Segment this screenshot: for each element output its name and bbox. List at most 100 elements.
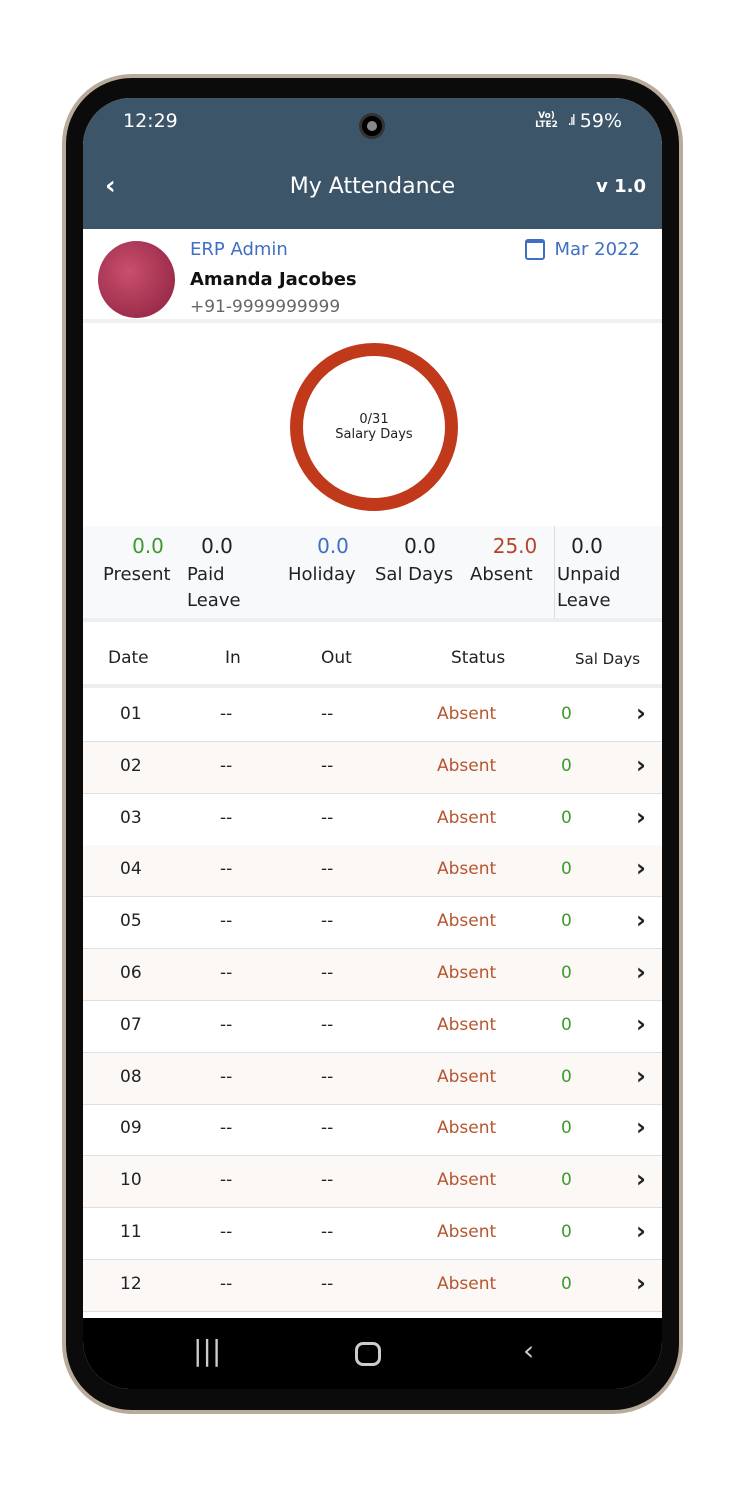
row-out: -- — [321, 1066, 334, 1087]
recents-icon[interactable]: ||| — [193, 1334, 221, 1367]
row-status: Absent — [437, 911, 497, 932]
row-in: -- — [220, 911, 233, 932]
chevron-right-icon[interactable]: › — [636, 1010, 646, 1038]
user-name: Amanda Jacobes — [190, 269, 357, 290]
table-row[interactable]: 09 -- -- Absent 0 › — [83, 1104, 662, 1157]
chevron-right-icon[interactable]: › — [636, 1217, 646, 1245]
table-row[interactable]: 04 -- -- Absent 0 › — [83, 845, 662, 898]
chevron-right-icon[interactable]: › — [636, 1269, 646, 1297]
row-date: 03 — [120, 807, 142, 828]
row-date: 07 — [120, 1014, 142, 1035]
row-sal-days: 0 — [561, 911, 572, 932]
col-sal-days: Sal Days — [575, 650, 641, 668]
stat-paid-leave: 0.0 Paid Leave — [187, 534, 247, 614]
row-sal-days: 0 — [561, 1273, 572, 1294]
stat-holiday: 0.0 Holiday — [288, 534, 378, 588]
stat-label: Paid Leave — [187, 564, 241, 611]
back-nav-icon[interactable]: ‹ — [523, 1334, 534, 1367]
back-button[interactable]: ‹ — [105, 171, 116, 201]
table-row[interactable]: 03 -- -- Absent 0 › — [83, 794, 662, 846]
row-status: Absent — [437, 1273, 497, 1294]
row-in: -- — [220, 1014, 233, 1035]
row-out: -- — [321, 1118, 334, 1139]
signal-label: Vo) LTE2 — [535, 111, 558, 130]
table-row[interactable]: 08 -- -- Absent 0 › — [83, 1052, 662, 1105]
salary-days-value: 0/31 — [359, 412, 389, 427]
row-status: Absent — [437, 1118, 497, 1139]
row-status: Absent — [437, 755, 497, 776]
table-row[interactable]: 07 -- -- Absent 0 › — [83, 1001, 662, 1053]
table-row[interactable]: 11 -- -- Absent 0 › — [83, 1208, 662, 1260]
row-status: Absent — [437, 859, 497, 880]
stat-value: 0.0 — [404, 534, 436, 558]
table-row[interactable]: 01 -- -- Absent 0 › — [83, 690, 662, 742]
table-row[interactable]: 05 -- -- Absent 0 › — [83, 897, 662, 950]
table-row[interactable]: 02 -- -- Absent 0 › — [83, 741, 662, 794]
home-icon[interactable] — [355, 1342, 381, 1366]
col-out: Out — [321, 648, 352, 668]
row-sal-days: 0 — [561, 1066, 572, 1087]
profile-card: ERP Admin Amanda Jacobes +91-9999999999 … — [83, 229, 662, 323]
android-nav-bar: ||| ‹ — [83, 1318, 662, 1389]
row-out: -- — [321, 859, 334, 880]
user-role: ERP Admin — [190, 239, 288, 260]
row-in: -- — [220, 1273, 233, 1294]
table-row[interactable]: 12 -- -- Absent 0 › — [83, 1259, 662, 1312]
row-sal-days: 0 — [561, 704, 572, 724]
row-sal-days: 0 — [561, 807, 572, 828]
chevron-right-icon[interactable]: › — [636, 1062, 646, 1090]
row-status: Absent — [437, 1170, 497, 1191]
row-status: Absent — [437, 807, 497, 828]
table-header: Date In Out Status Sal Days — [83, 630, 662, 688]
row-date: 10 — [120, 1170, 142, 1191]
row-date: 01 — [120, 704, 142, 724]
row-out: -- — [321, 1222, 334, 1242]
stat-value: 25.0 — [492, 534, 538, 558]
chevron-right-icon[interactable]: › — [636, 958, 646, 986]
status-time: 12:29 — [123, 110, 178, 132]
stat-label: Unpaid Leave — [557, 564, 621, 611]
row-sal-days: 0 — [561, 1014, 572, 1035]
row-date: 09 — [120, 1118, 142, 1139]
row-sal-days: 0 — [561, 859, 572, 880]
stat-unpaid-leave: 0.0 Unpaid Leave — [554, 526, 621, 618]
chevron-right-icon[interactable]: › — [636, 854, 646, 882]
stat-label: Absent — [470, 564, 533, 585]
calendar-icon — [524, 239, 545, 260]
stat-label: Present — [103, 564, 171, 585]
chevron-right-icon[interactable]: › — [636, 751, 646, 779]
signal-bars-icon: .ıl — [567, 113, 576, 129]
row-date: 04 — [120, 859, 142, 880]
row-out: -- — [321, 1170, 334, 1191]
row-sal-days: 0 — [561, 1170, 572, 1191]
row-date: 11 — [120, 1222, 142, 1242]
chevron-right-icon[interactable]: › — [636, 1113, 646, 1141]
screen: 12:29 Vo) LTE2 .ıl 59% ‹ My Attendance v… — [83, 98, 662, 1389]
table-row[interactable]: 10 -- -- Absent 0 › — [83, 1156, 662, 1209]
stat-value: 0.0 — [132, 534, 164, 558]
row-in: -- — [220, 807, 233, 828]
row-out: -- — [321, 963, 334, 983]
stat-label: Holiday — [288, 564, 356, 585]
salary-days-ring: 0/31 Salary Days — [290, 343, 458, 511]
camera-icon — [359, 113, 385, 139]
chevron-right-icon[interactable]: › — [636, 699, 646, 727]
row-date: 05 — [120, 911, 142, 932]
row-out: -- — [321, 807, 334, 828]
version-label: v 1.0 — [596, 175, 646, 197]
chevron-right-icon[interactable]: › — [636, 1165, 646, 1193]
stat-absent: 25.0 Absent — [470, 534, 560, 588]
table-row[interactable]: 06 -- -- Absent 0 › — [83, 949, 662, 1001]
row-out: -- — [321, 1273, 334, 1294]
chevron-right-icon[interactable]: › — [636, 803, 646, 831]
stat-sal-days: 0.0 Sal Days — [375, 534, 465, 588]
row-in: -- — [220, 859, 233, 880]
page-title: My Attendance — [289, 173, 456, 199]
row-in: -- — [220, 963, 233, 983]
month-picker[interactable]: Mar 2022 — [524, 239, 640, 260]
row-in: -- — [220, 704, 233, 724]
chevron-right-icon[interactable]: › — [636, 906, 646, 934]
row-status: Absent — [437, 963, 497, 983]
row-date: 06 — [120, 963, 142, 983]
row-sal-days: 0 — [561, 1118, 572, 1139]
